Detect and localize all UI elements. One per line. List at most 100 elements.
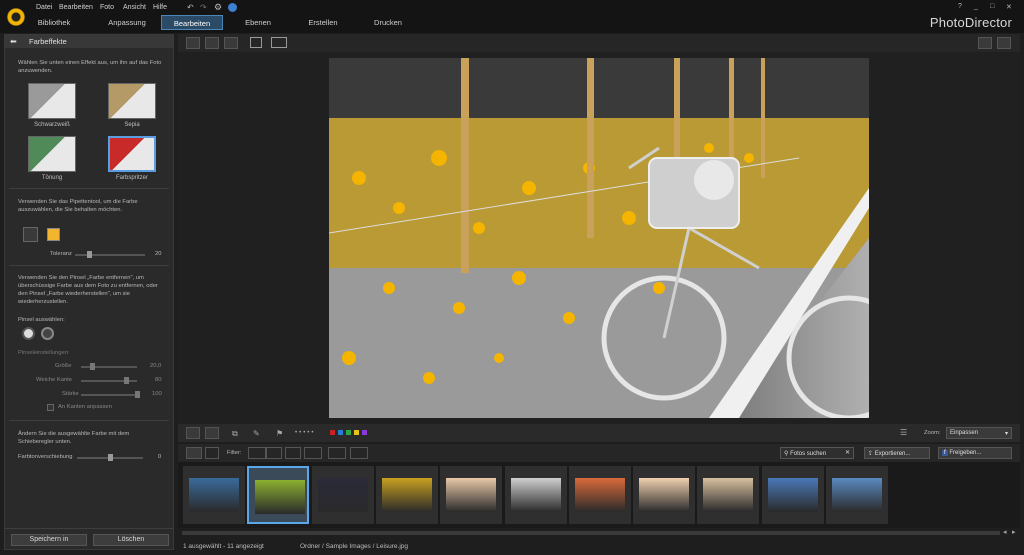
export-button[interactable]: ⇪ Exportieren... (864, 447, 930, 459)
remove-brush-icon[interactable] (22, 327, 35, 340)
view-grid-icon[interactable] (224, 37, 238, 49)
menu-ansicht[interactable]: Ansicht (123, 4, 146, 11)
filmstrip-thumb[interactable] (247, 466, 310, 524)
color-filter-dropdown[interactable] (304, 447, 322, 459)
filmstrip-thumb[interactable] (504, 466, 567, 524)
color-tag[interactable] (362, 430, 367, 435)
effect-label: Tönung (41, 175, 63, 181)
search-input[interactable]: ⚲ Fotos suchen ✕ (780, 447, 854, 459)
color-tag[interactable] (330, 430, 335, 435)
thumb-image (703, 478, 754, 512)
color-tag[interactable] (354, 430, 359, 435)
hue-shift-handle[interactable] (108, 454, 113, 461)
pipette-icon[interactable] (23, 227, 38, 242)
filmstrip-thumb[interactable] (183, 466, 245, 524)
filmstrip-scrollbar[interactable] (182, 531, 1000, 535)
minimize-button[interactable]: _ (974, 3, 978, 10)
list-view-icon[interactable] (205, 427, 219, 439)
gear-icon[interactable]: ⚙ (214, 2, 222, 13)
thumb-image (317, 478, 368, 512)
brush-size-handle[interactable] (90, 363, 96, 370)
hand-tool-icon[interactable] (997, 37, 1011, 49)
rotate-icon[interactable] (250, 37, 262, 48)
filter-label: Filter: (227, 450, 242, 456)
undo-icon[interactable]: ↶ (187, 3, 194, 12)
filmstrip-thumb[interactable] (697, 466, 760, 524)
rating-filter-dropdown[interactable] (266, 447, 282, 459)
thumb-image (639, 478, 690, 512)
export-icon: ⇪ (868, 451, 875, 457)
thumb-image (574, 478, 625, 512)
filmstrip-thumb[interactable] (633, 466, 696, 524)
filmstrip-thumb[interactable] (375, 466, 438, 524)
cloud-icon[interactable] (228, 3, 237, 12)
maximize-button[interactable]: □ (990, 3, 994, 10)
zoom-label: Zoom: (924, 430, 941, 436)
delete-button[interactable]: Löschen (93, 534, 169, 546)
filmstrip-thumb[interactable] (311, 466, 374, 524)
tab-bibliothek[interactable]: Bibliothek (30, 15, 78, 30)
tab-drucken[interactable]: Drucken (368, 15, 408, 30)
soft-edge-handle[interactable] (123, 377, 129, 384)
redo-icon[interactable]: ↷ (200, 3, 207, 12)
scroll-right-icon[interactable]: ▸ (1012, 528, 1016, 536)
main-photo[interactable] (329, 58, 869, 418)
filmstrip-thumb[interactable] (568, 466, 631, 524)
clear-icon[interactable]: ✕ (845, 449, 850, 456)
export-label: Exportieren... (874, 451, 911, 457)
thumb-image (381, 478, 432, 512)
stack-dropdown[interactable] (350, 447, 368, 459)
menu-foto[interactable]: Foto (100, 4, 114, 11)
sort-dropdown[interactable] (328, 447, 346, 459)
menu-bearbeiten[interactable]: Bearbeiten (59, 4, 93, 11)
edit-icon[interactable]: ✎ (253, 429, 260, 438)
strength-label: Stärke (62, 391, 79, 397)
facebook-icon: f (942, 450, 948, 456)
scroll-left-icon[interactable]: ◂ (1003, 528, 1007, 536)
sort-icon[interactable]: ☰ (900, 428, 907, 437)
flag-filter-dropdown[interactable] (248, 447, 266, 459)
color-swatch[interactable] (47, 228, 60, 241)
effect-thumb-schwarzweiss[interactable] (28, 83, 76, 119)
grid-mode-icon[interactable] (205, 447, 219, 459)
rating-stars[interactable]: ••••• (295, 430, 316, 436)
close-button[interactable]: ✕ (1006, 3, 1012, 11)
back-arrow-icon[interactable]: ⬅ (10, 37, 20, 46)
filmstrip-mode-icon[interactable] (186, 447, 202, 459)
tab-anpassung[interactable]: Anpassung (98, 15, 156, 30)
menu-datei[interactable]: Datei (36, 4, 52, 11)
effect-thumb-farbspritzer[interactable] (108, 136, 156, 172)
filmstrip-thumb[interactable] (761, 466, 824, 524)
color-tag[interactable] (338, 430, 343, 435)
view-compare-icon[interactable] (205, 37, 219, 49)
help-button[interactable]: ? (958, 3, 962, 10)
zoom-tool-icon[interactable] (978, 37, 992, 49)
save-to-button[interactable]: Speichern in (11, 534, 87, 546)
strength-handle[interactable] (135, 391, 140, 398)
effect-thumb-toenung[interactable] (28, 136, 76, 172)
effect-thumb-sepia[interactable] (108, 83, 156, 119)
tolerance-slider[interactable] (75, 254, 145, 256)
tolerance-slider-handle[interactable] (87, 251, 92, 258)
tab-ebenen[interactable]: Ebenen (238, 15, 278, 30)
filmstrip-thumb[interactable] (826, 466, 888, 524)
restore-brush-icon[interactable] (41, 327, 54, 340)
strength-slider[interactable] (81, 394, 137, 396)
effect-label: Schwarzweiß (34, 122, 70, 128)
filmstrip-view-icon[interactable] (186, 427, 200, 439)
filmstrip-thumb[interactable] (440, 466, 503, 524)
share-button[interactable]: f Freigeben... (938, 447, 1012, 459)
soft-edge-label: Weiche Kante (36, 377, 72, 383)
edge-checkbox[interactable] (47, 404, 54, 411)
color-tag[interactable] (346, 430, 351, 435)
brush-settings-label: Pinseleinstellungen: (18, 350, 70, 356)
zoom-select[interactable]: Einpassen ▾ (946, 427, 1012, 439)
view-single-icon[interactable] (186, 37, 200, 49)
stack-icon[interactable]: ⧉ (232, 429, 238, 439)
tab-erstellen[interactable]: Erstellen (302, 15, 344, 30)
menu-hilfe[interactable]: Hilfe (153, 4, 167, 11)
edit-filter-dropdown[interactable] (285, 447, 301, 459)
display-mode-icon[interactable] (271, 37, 287, 48)
flag-icon[interactable]: ⚑ (276, 429, 283, 438)
tab-bearbeiten[interactable]: Bearbeiten (161, 15, 223, 30)
